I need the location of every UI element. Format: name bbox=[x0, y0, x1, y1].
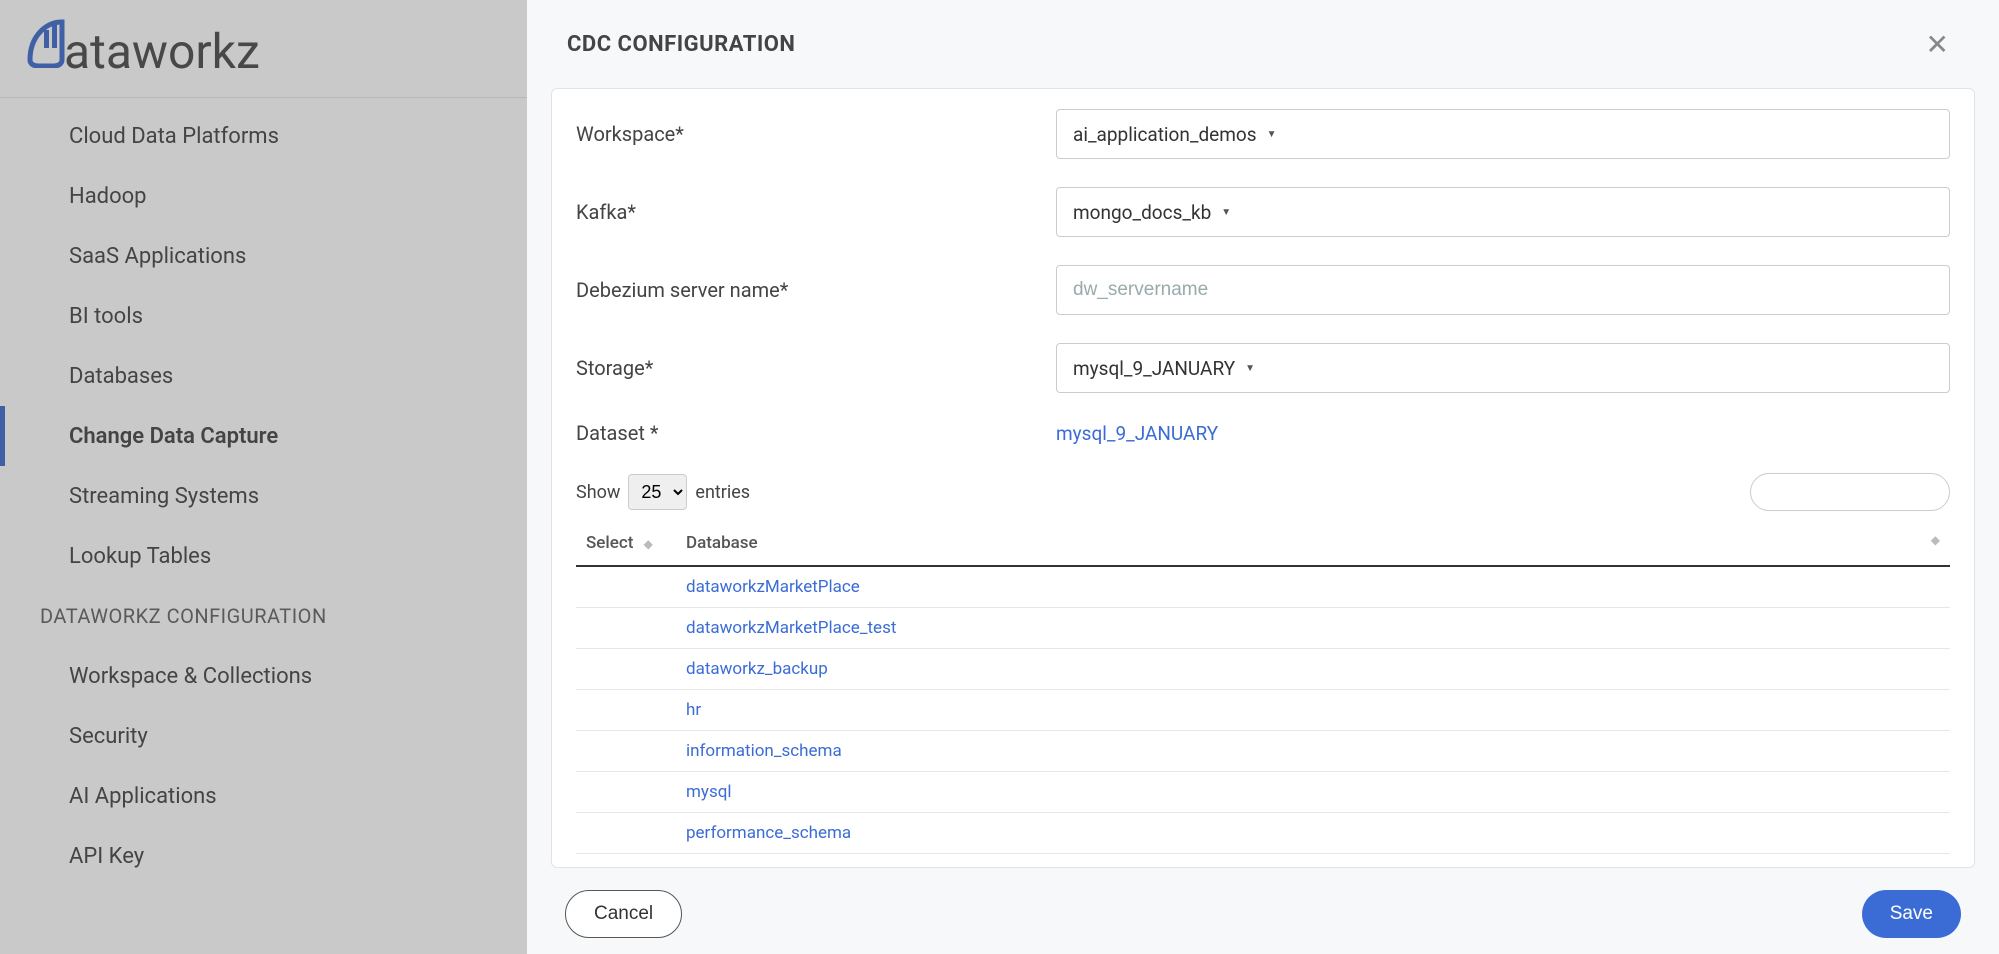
save-button[interactable]: Save bbox=[1862, 890, 1961, 938]
database-link[interactable]: dataworkz_backup bbox=[686, 659, 828, 679]
table-row: sys bbox=[576, 854, 1950, 869]
sidebar-item-label: Workspace & Collections bbox=[69, 664, 312, 689]
sort-icon: ◆ bbox=[644, 537, 653, 551]
caret-down-icon: ▼ bbox=[1245, 363, 1255, 374]
table-header-database-label: Database bbox=[686, 533, 758, 553]
sidebar-item-label: Lookup Tables bbox=[69, 544, 211, 569]
table-row: hr bbox=[576, 690, 1950, 731]
table-row: dataworkzMarketPlace bbox=[576, 566, 1950, 608]
sidebar-item-label: Hadoop bbox=[69, 184, 147, 209]
sort-icon: ◆ bbox=[1931, 533, 1940, 547]
sidebar-item-cloud-data-platforms[interactable]: Cloud Data Platforms bbox=[0, 106, 527, 166]
database-link[interactable]: information_schema bbox=[686, 741, 842, 761]
sidebar-item-saas-applications[interactable]: SaaS Applications bbox=[0, 226, 527, 286]
dataset-link[interactable]: mysql_9_JANUARY bbox=[1056, 422, 1218, 445]
database-link[interactable]: hr bbox=[686, 700, 701, 720]
close-icon[interactable]: ✕ bbox=[1916, 22, 1959, 67]
sidebar-item-label: Databases bbox=[69, 364, 173, 389]
debezium-row: Debezium server name* bbox=[576, 265, 1950, 315]
table-row: dataworkzMarketPlace_test bbox=[576, 608, 1950, 649]
caret-down-icon: ▼ bbox=[1267, 129, 1277, 140]
sidebar-section-header: DATAWORKZ CONFIGURATION bbox=[0, 586, 527, 638]
show-entries: Show 25 entries bbox=[576, 474, 750, 510]
database-link[interactable]: mysql bbox=[686, 782, 732, 802]
storage-label: Storage* bbox=[576, 356, 1056, 380]
storage-select[interactable]: mysql_9_JANUARY ▼ bbox=[1056, 343, 1950, 393]
database-link[interactable]: performance_schema bbox=[686, 823, 851, 843]
storage-row: Storage* mysql_9_JANUARY ▼ bbox=[576, 343, 1950, 393]
sidebar-item-label: Streaming Systems bbox=[69, 484, 259, 509]
logo-area: ataworkz bbox=[0, 0, 527, 98]
workspace-row: Workspace* ai_application_demos ▼ bbox=[576, 109, 1950, 159]
sidebar-item-workspace-collections[interactable]: Workspace & Collections bbox=[0, 646, 527, 706]
sidebar-item-label: Security bbox=[69, 724, 148, 749]
sidebar-item-label: AI Applications bbox=[69, 784, 217, 809]
sidebar-item-ai-applications[interactable]: AI Applications bbox=[0, 766, 527, 826]
nav-group-2: Workspace & Collections Security AI Appl… bbox=[0, 646, 527, 886]
database-link[interactable]: sys bbox=[686, 864, 712, 868]
debezium-label: Debezium server name* bbox=[576, 278, 1056, 302]
table-row: mysql bbox=[576, 772, 1950, 813]
table-row: dataworkz_backup bbox=[576, 649, 1950, 690]
sidebar-item-label: BI tools bbox=[69, 304, 143, 329]
sidebar-item-change-data-capture[interactable]: Change Data Capture bbox=[0, 406, 527, 466]
storage-value: mysql_9_JANUARY bbox=[1073, 357, 1235, 380]
dataset-label: Dataset * bbox=[576, 421, 1056, 445]
dataset-row: Dataset * mysql_9_JANUARY bbox=[576, 421, 1950, 445]
table-header-select[interactable]: Select ◆ bbox=[576, 521, 676, 566]
sidebar-item-label: API Key bbox=[69, 844, 144, 869]
debezium-input[interactable] bbox=[1056, 265, 1950, 315]
modal-header: CDC CONFIGURATION ✕ bbox=[527, 0, 1999, 88]
cancel-button[interactable]: Cancel bbox=[565, 890, 682, 938]
sidebar-item-databases[interactable]: Databases bbox=[0, 346, 527, 406]
kafka-select[interactable]: mongo_docs_kb ▼ bbox=[1056, 187, 1950, 237]
logo-mark-icon bbox=[26, 16, 66, 82]
logo: ataworkz bbox=[26, 16, 260, 82]
database-table: Select ◆ Database ◆ dataworkzMarketPlace… bbox=[576, 521, 1950, 868]
database-link[interactable]: dataworkzMarketPlace_test bbox=[686, 618, 896, 638]
sidebar-item-label: Change Data Capture bbox=[69, 424, 278, 449]
workspace-label: Workspace* bbox=[576, 122, 1056, 146]
modal-footer: Cancel Save bbox=[527, 874, 1999, 954]
table-header-select-label: Select bbox=[586, 533, 633, 553]
sidebar-item-label: SaaS Applications bbox=[69, 244, 246, 269]
sidebar-item-label: Cloud Data Platforms bbox=[69, 124, 279, 149]
kafka-value: mongo_docs_kb bbox=[1073, 201, 1211, 224]
table-search-input[interactable] bbox=[1750, 473, 1950, 511]
workspace-select[interactable]: ai_application_demos ▼ bbox=[1056, 109, 1950, 159]
sidebar-item-bi-tools[interactable]: BI tools bbox=[0, 286, 527, 346]
modal-area: CDC CONFIGURATION ✕ Workspace* ai_applic… bbox=[527, 0, 1999, 954]
sidebar-item-lookup-tables[interactable]: Lookup Tables bbox=[0, 526, 527, 586]
entries-select[interactable]: 25 bbox=[628, 474, 687, 510]
sidebar-item-streaming-systems[interactable]: Streaming Systems bbox=[0, 466, 527, 526]
table-row: information_schema bbox=[576, 731, 1950, 772]
kafka-row: Kafka* mongo_docs_kb ▼ bbox=[576, 187, 1950, 237]
sidebar-item-security[interactable]: Security bbox=[0, 706, 527, 766]
table-row: performance_schema bbox=[576, 813, 1950, 854]
logo-text: ataworkz bbox=[64, 23, 260, 80]
kafka-label: Kafka* bbox=[576, 200, 1056, 224]
entries-label: entries bbox=[695, 482, 750, 503]
caret-down-icon: ▼ bbox=[1221, 207, 1231, 218]
database-link[interactable]: dataworkzMarketPlace bbox=[686, 577, 860, 597]
modal-body: Workspace* ai_application_demos ▼ Kafka*… bbox=[551, 88, 1975, 868]
nav-group-1: Cloud Data Platforms Hadoop SaaS Applica… bbox=[0, 106, 527, 586]
show-label: Show bbox=[576, 482, 620, 503]
modal-title: CDC CONFIGURATION bbox=[567, 32, 795, 57]
sidebar: ataworkz Cloud Data Platforms Hadoop Saa… bbox=[0, 0, 527, 954]
workspace-value: ai_application_demos bbox=[1073, 123, 1257, 146]
sidebar-item-api-key[interactable]: API Key bbox=[0, 826, 527, 886]
table-controls: Show 25 entries bbox=[576, 473, 1950, 511]
table-header-database[interactable]: Database ◆ bbox=[676, 521, 1950, 566]
sidebar-item-hadoop[interactable]: Hadoop bbox=[0, 166, 527, 226]
